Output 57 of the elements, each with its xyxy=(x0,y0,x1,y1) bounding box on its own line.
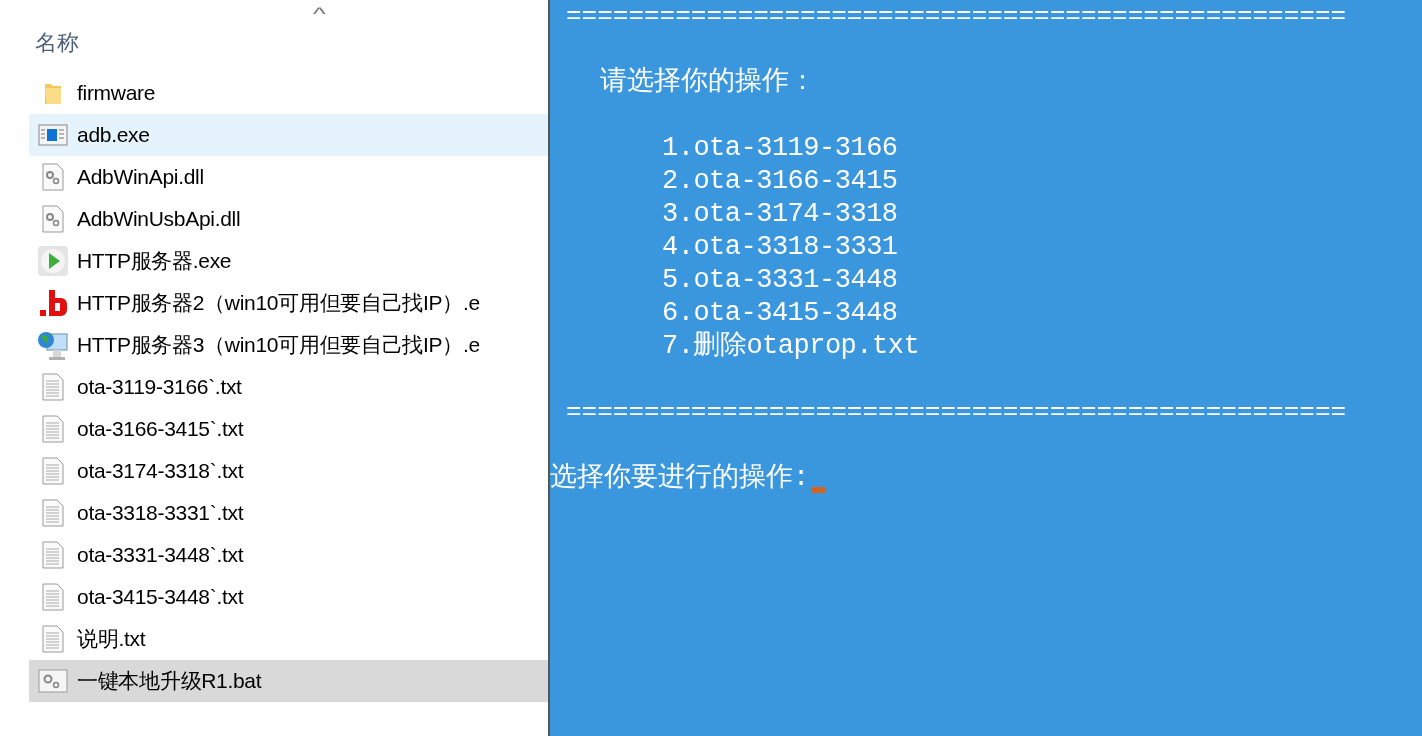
file-name: 一键本地升级R1.bat xyxy=(77,668,262,695)
file-row[interactable]: ota-3119-3166`.txt xyxy=(29,366,548,408)
text-file-icon xyxy=(41,415,65,443)
file-row[interactable]: AdbWinApi.dll xyxy=(29,156,548,198)
gear-file-icon xyxy=(41,163,65,191)
text-file-icon xyxy=(41,541,65,569)
menu-option: 1.ota-3119-3166 xyxy=(662,132,898,165)
file-name: adb.exe xyxy=(77,122,150,149)
play-icon xyxy=(37,245,69,277)
text-file-icon xyxy=(41,583,65,611)
file-row[interactable]: adb.exe xyxy=(29,114,548,156)
menu-option: 2.ota-3166-3415 xyxy=(662,165,898,198)
file-row[interactable]: 说明.txt xyxy=(29,618,548,660)
file-row[interactable]: firmware xyxy=(29,72,548,114)
file-row[interactable]: HTTP服务器2（win10可用但要自己找IP）.e xyxy=(29,282,548,324)
file-row[interactable]: HTTP服务器.exe xyxy=(29,240,548,282)
menu-option: 4.ota-3318-3331 xyxy=(662,231,898,264)
separator-line-text: ================================================== xyxy=(566,396,1347,429)
file-name: 说明.txt xyxy=(77,626,146,653)
file-name: AdbWinApi.dll xyxy=(77,164,204,191)
file-row[interactable]: ota-3318-3331`.txt xyxy=(29,492,548,534)
separator-line-text: ================================================== xyxy=(566,0,1347,33)
file-name: HTTP服务器2（win10可用但要自己找IP）.e xyxy=(77,290,480,317)
menu-option: 5.ota-3331-3448 xyxy=(662,264,898,297)
b-logo-icon xyxy=(38,289,68,317)
file-row[interactable]: ota-3174-3318`.txt xyxy=(29,450,548,492)
file-name: ota-3119-3166`.txt xyxy=(77,374,242,401)
globe-monitor-icon xyxy=(37,329,69,361)
file-name: AdbWinUsbApi.dll xyxy=(77,206,241,233)
file-name: ota-3166-3415`.txt xyxy=(77,416,244,443)
file-name: ota-3331-3448`.txt xyxy=(77,542,244,569)
file-row[interactable]: HTTP服务器3（win10可用但要自己找IP）.e xyxy=(29,324,548,366)
sort-caret-icon[interactable]: ^ xyxy=(312,8,326,20)
file-name: ota-3415-3448`.txt xyxy=(77,584,244,611)
text-file-icon xyxy=(41,499,65,527)
file-name: HTTP服务器.exe xyxy=(77,248,232,275)
file-row[interactable]: ota-3166-3415`.txt xyxy=(29,408,548,450)
file-row[interactable]: ota-3415-3448`.txt xyxy=(29,576,548,618)
file-name: HTTP服务器3（win10可用但要自己找IP）.e xyxy=(77,332,480,359)
file-name: ota-3174-3318`.txt xyxy=(77,458,244,485)
file-name: firmware xyxy=(77,80,156,107)
menu-option: 3.ota-3174-3318 xyxy=(662,198,898,231)
text-file-icon xyxy=(41,625,65,653)
menu-option: 6.ota-3415-3448 xyxy=(662,297,898,330)
file-row[interactable]: AdbWinUsbApi.dll xyxy=(29,198,548,240)
app-window-icon xyxy=(38,124,68,146)
input-prompt: 选择你要进行的操作: xyxy=(550,462,810,495)
menu-option: 7.删除otaprop.txt xyxy=(662,330,920,363)
column-header[interactable]: 名称 xyxy=(35,30,79,55)
gear-window-icon xyxy=(38,669,68,693)
file-name: ota-3318-3331`.txt xyxy=(77,500,244,527)
menu-heading: 请选择你的操作： xyxy=(600,66,816,99)
file-row[interactable]: 一键本地升级R1.bat xyxy=(29,660,548,702)
gear-file-icon xyxy=(41,205,65,233)
file-row[interactable]: ota-3331-3448`.txt xyxy=(29,534,548,576)
text-file-icon xyxy=(41,457,65,485)
text-file-icon xyxy=(41,373,65,401)
